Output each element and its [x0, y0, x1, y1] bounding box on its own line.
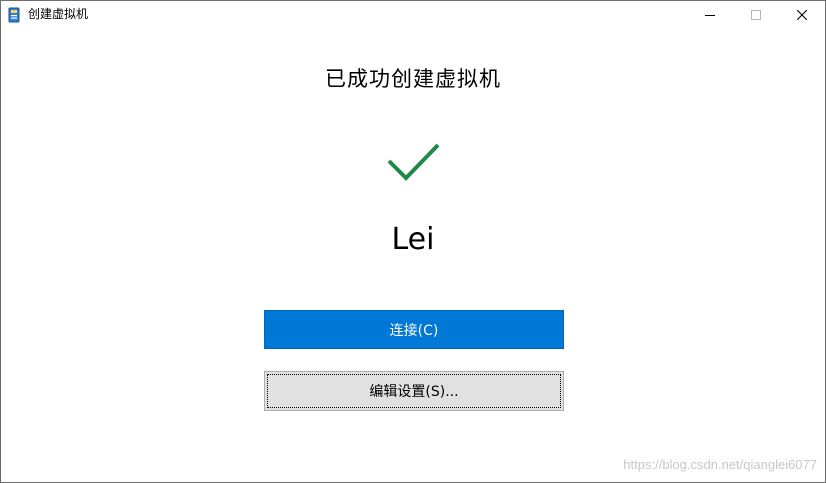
close-icon [797, 10, 807, 20]
create-vm-dialog: 创建虚拟机 已成功创建虚拟机 Lei 连接(C) 编辑设置(S)... http [0, 0, 826, 483]
success-heading: 已成功创建虚拟机 [325, 67, 501, 91]
maximize-button[interactable] [733, 1, 779, 29]
connect-button-label: 连接(C) [389, 322, 439, 339]
maximize-icon [751, 10, 761, 20]
title-bar[interactable]: 创建虚拟机 [1, 1, 825, 31]
window-title: 创建虚拟机 [28, 7, 89, 21]
success-check-icon [387, 143, 440, 181]
minimize-button[interactable] [687, 1, 733, 29]
vm-name-label: Lei [391, 222, 435, 257]
close-button[interactable] [779, 1, 825, 29]
vm-app-icon [8, 7, 20, 23]
minimize-icon [705, 15, 715, 16]
edit-settings-button[interactable]: 编辑设置(S)... [264, 371, 564, 411]
connect-button[interactable]: 连接(C) [264, 310, 564, 349]
watermark-text: https://blog.csdn.net/qianglei6077 [623, 457, 817, 472]
edit-settings-button-label: 编辑设置(S)... [369, 384, 459, 400]
